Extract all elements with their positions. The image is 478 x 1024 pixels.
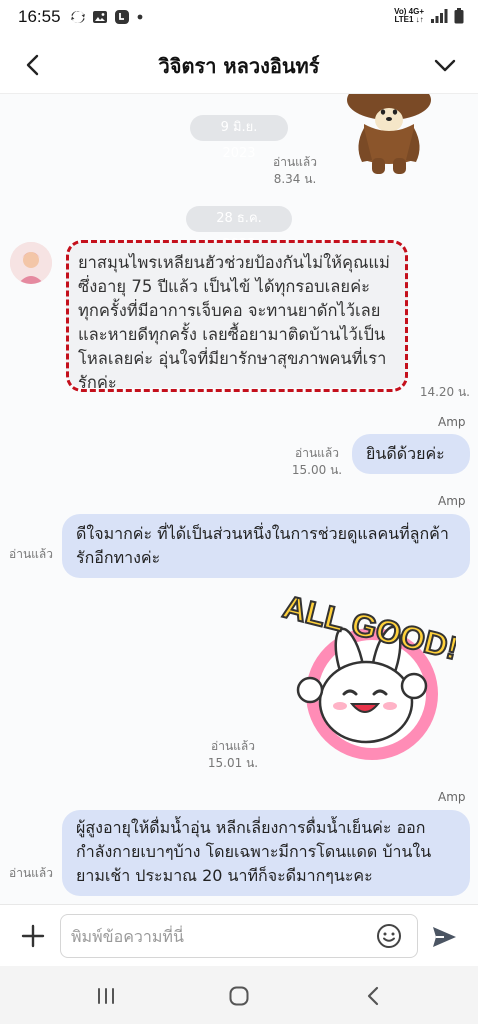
sender-name: Amp [438, 415, 466, 429]
status-notification-icons [70, 9, 144, 25]
read-label: อ่านแล้ว [295, 446, 339, 460]
dot-icon [137, 14, 143, 20]
outgoing-message-bubble[interactable]: ยินดีด้วยค่ะ [352, 434, 470, 474]
outgoing-message-text: ยินดีด้วยค่ะ [366, 444, 445, 463]
all-good-sticker[interactable]: ALL GOOD! [280, 594, 456, 762]
outgoing-message-bubble[interactable]: ดีใจมากค่ะ ที่ได้เป็นส่วนหนึ่งในการช่วยด… [62, 514, 470, 578]
message-input-bar [0, 904, 478, 966]
message-time: 14.20 น. [419, 385, 470, 399]
chat-header: วิจิตรา หลวงอินทร์ [0, 36, 478, 94]
message-time: 15.01 น. [207, 756, 259, 770]
chat-title: วิจิตรา หลวงอินทร์ [158, 54, 320, 78]
signal-icon [431, 9, 448, 23]
chevron-left-icon[interactable] [18, 50, 48, 80]
line-app-icon [115, 10, 129, 24]
outgoing-message-text: ผู้สูงอายุให้ดื่มน้ำอุ่น หลีกเลี่ยงการดื… [76, 818, 432, 885]
recent-apps-icon[interactable] [94, 984, 118, 1008]
outgoing-message-bubble[interactable]: ผู้สูงอายุให้ดื่มน้ำอุ่น หลีกเลี่ยงการดื… [62, 810, 470, 896]
read-label: อ่านแล้ว [9, 866, 53, 880]
back-icon[interactable] [362, 984, 386, 1008]
chat-messages-area[interactable]: 9 มิ.ย. 2023 อ่านแล้ว 8.34 น. 28 ธ.ค. 20… [0, 94, 478, 904]
sync-icon [71, 10, 85, 24]
chevron-down-icon[interactable] [430, 50, 460, 80]
date-chip: 9 มิ.ย. 2023 [190, 115, 288, 161]
network-label: Vo) 4G+ LTE1 ↓↑ [394, 8, 424, 24]
network-label-bottom: LTE1 ↓↑ [394, 15, 424, 24]
home-icon[interactable] [227, 984, 251, 1008]
message-input[interactable] [60, 914, 418, 958]
outgoing-message-text: ดีใจมากค่ะ ที่ได้เป็นส่วนหนึ่งในการช่วยด… [76, 524, 449, 567]
status-bar: 16:55 Vo) 4G+ LTE1 ↓↑ [0, 0, 478, 36]
message-time: 15.00 น. [291, 463, 343, 477]
system-nav-bar [0, 966, 478, 1024]
highlight-dashed-border [66, 240, 408, 392]
send-icon[interactable] [430, 923, 458, 951]
read-receipt: อ่านแล้ว 8.34 น. [262, 154, 328, 188]
gallery-icon [93, 11, 107, 23]
bear-sticker[interactable] [342, 94, 436, 178]
sender-name: Amp [438, 790, 466, 804]
read-receipt: อ่านแล้ว 15.00 น. [286, 445, 348, 479]
read-receipt: อ่านแล้ว 15.01 น. [202, 738, 264, 772]
message-time: 8.34 น. [273, 172, 317, 186]
avatar-photo [10, 242, 52, 284]
plus-icon[interactable] [18, 921, 48, 951]
read-label: อ่านแล้ว [9, 547, 53, 561]
date-chip: 28 ธ.ค. 2023 [186, 206, 292, 252]
smiley-icon[interactable] [376, 923, 402, 949]
read-label: อ่านแล้ว [273, 155, 317, 169]
status-system-icons: Vo) 4G+ LTE1 ↓↑ [394, 8, 464, 24]
battery-icon [454, 8, 464, 24]
status-time: 16:55 [18, 7, 61, 26]
read-label: อ่านแล้ว [211, 739, 255, 753]
contact-avatar[interactable] [10, 242, 52, 284]
sender-name: Amp [438, 494, 466, 508]
